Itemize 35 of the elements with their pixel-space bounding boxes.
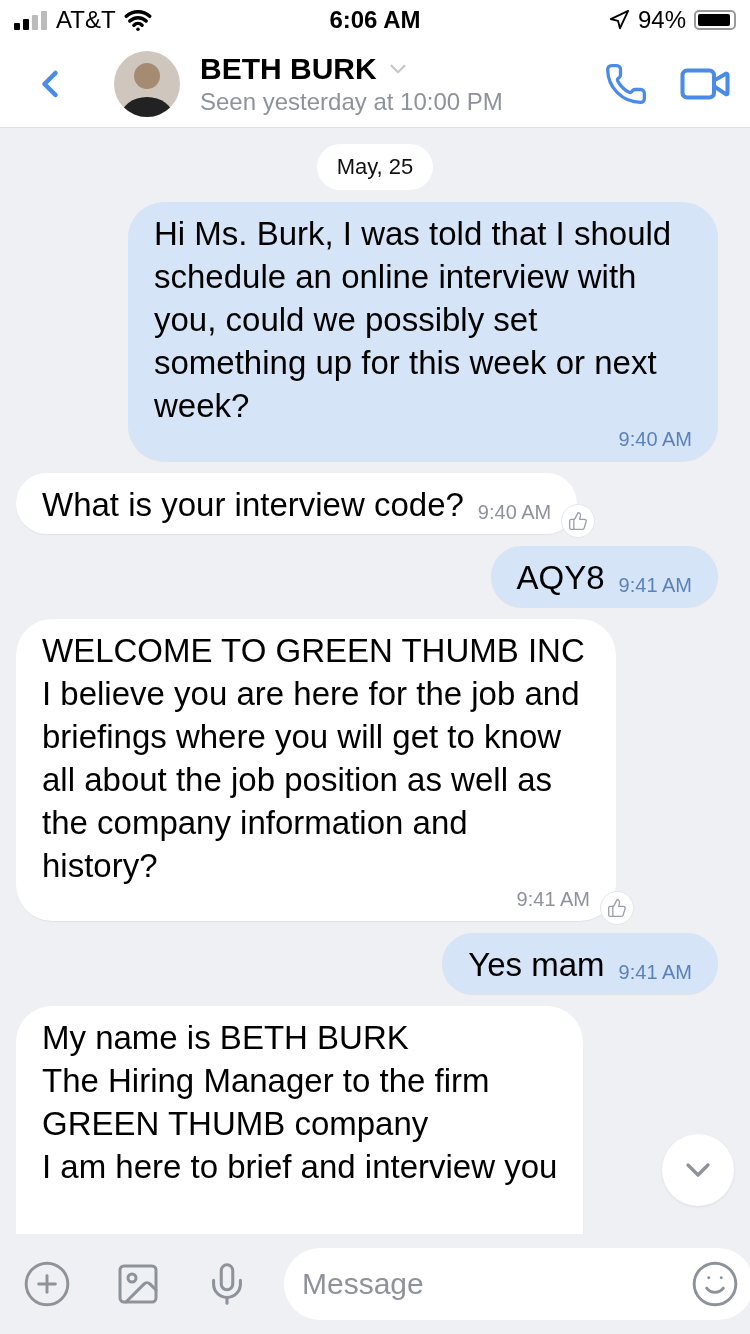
contact-name[interactable]: BETH BURK: [200, 51, 377, 86]
message-time: 9:41 AM: [618, 960, 692, 984]
message-time: 9:41 AM: [516, 887, 590, 911]
message-bubble[interactable]: AQY8 9:41 AM: [490, 546, 718, 607]
message-text: Hi Ms. Burk, I was told that I should schedule an online interview with you, could we possibly set something up for this week or next week?: [154, 214, 673, 426]
like-button[interactable]: [561, 504, 596, 538]
thumbs-up-icon[interactable]: [607, 898, 627, 918]
phone-call-button[interactable]: [604, 61, 648, 106]
message-text: WELCOME TO GREEN THUMB INC I believe you are here for the job and briefings where you will get to know all about the job position as well as the company information and history?: [42, 631, 586, 886]
message-time: 9:40 AM: [618, 427, 692, 451]
signal-icon: [14, 10, 48, 30]
message-bubble[interactable]: What is your interview code? 9:40 AM: [16, 473, 578, 534]
location-icon: [607, 9, 630, 31]
message-text: AQY8: [516, 558, 605, 598]
last-seen-status: Seen yesterday at 10:00 PM: [200, 87, 504, 116]
message-field[interactable]: Message: [284, 1248, 750, 1320]
message-bubble[interactable]: Yes mam 9:41 AM: [442, 933, 718, 994]
message-text: My name is BETH BURK The Hiring Manager to the firm GREEN THUMB company I am here to brief and interview you: [42, 1018, 558, 1187]
message-bubble[interactable]: Hi Ms. Burk, I was told that I should schedule an online interview with you, could we possibly set something up for this week or next week? 9:40 AM: [128, 202, 718, 461]
message-input[interactable]: Message: [300, 1266, 690, 1302]
thumbs-up-icon[interactable]: [568, 511, 589, 531]
emoji-button[interactable]: [690, 1259, 740, 1309]
battery-icon: [694, 10, 736, 30]
clock: 6:06 AM: [329, 6, 421, 34]
message-time: 9:40 AM: [477, 500, 552, 524]
message-time: 9:41 AM: [618, 573, 692, 597]
like-button[interactable]: [600, 891, 634, 925]
date-label: May, 25: [316, 144, 434, 190]
add-button[interactable]: [22, 1259, 72, 1309]
battery-percent: 94%: [637, 6, 686, 34]
message-bubble[interactable]: WELCOME TO GREEN THUMB INC I believe you are here for the job and briefings where you will get to know all about the job position as well as the company information and history? 9:41 AM: [16, 619, 616, 921]
message-bubble[interactable]: My name is BETH BURK The Hiring Manager to the firm GREEN THUMB company I am here to brief and interview you: [16, 1006, 584, 1234]
carrier-label: AT&T: [56, 6, 116, 34]
message-text: Yes mam: [468, 945, 605, 985]
message-text: What is your interview code?: [42, 485, 464, 525]
